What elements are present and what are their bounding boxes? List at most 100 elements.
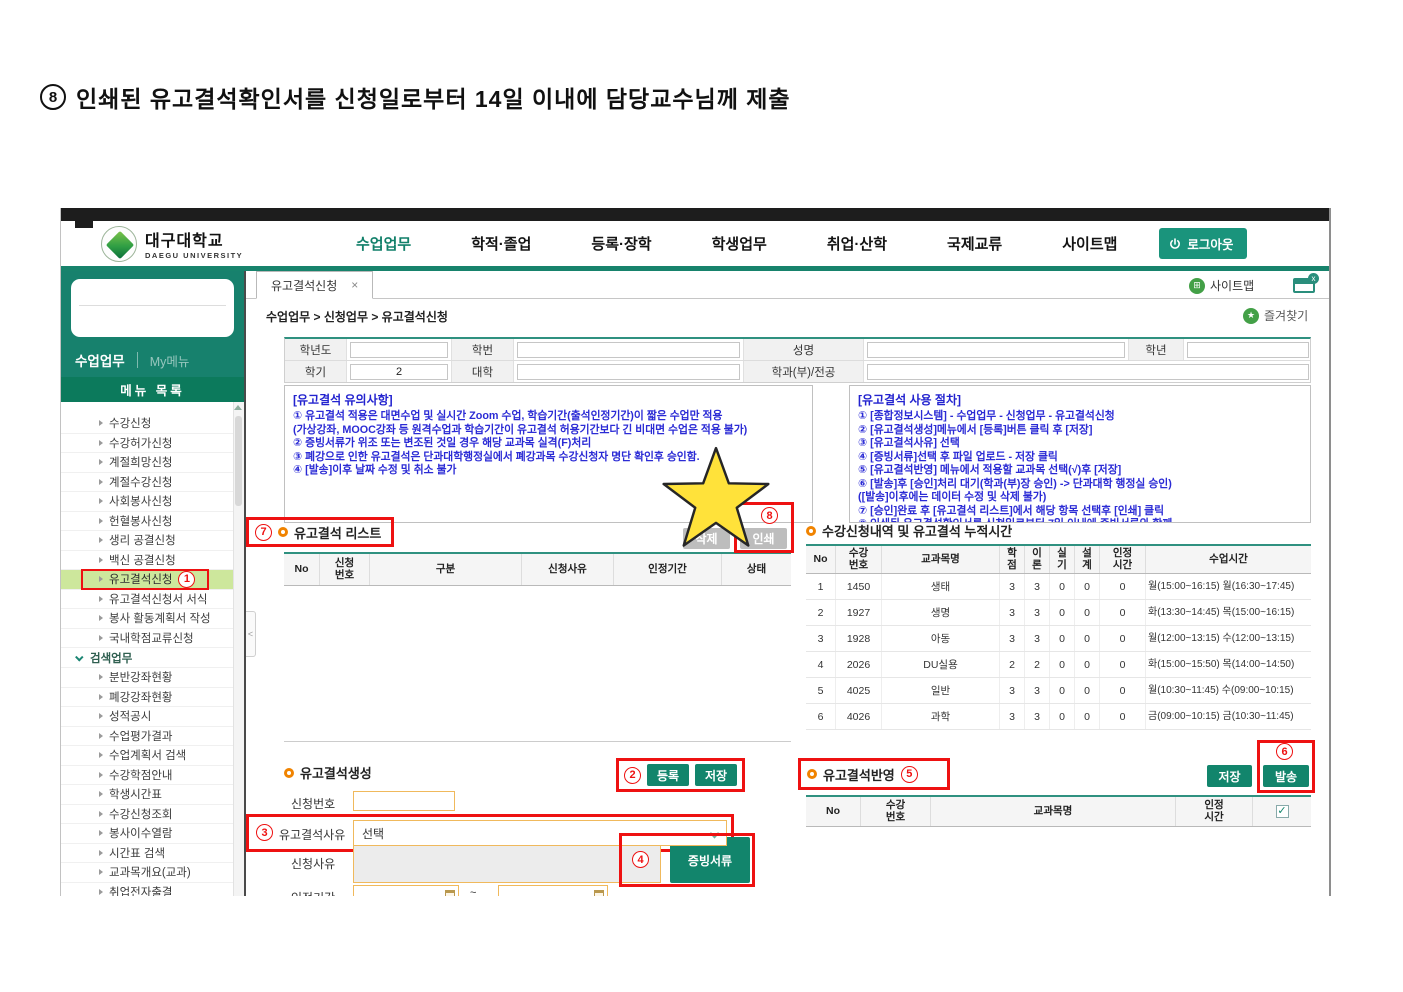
period-separator: ~ [470, 887, 476, 896]
nav-item[interactable]: 취업·산학 [827, 233, 887, 254]
sidebar-item[interactable]: 학생시간표 [61, 785, 244, 805]
sidebar-item[interactable]: 생리 공결신청 [61, 531, 244, 551]
arrow-right-icon [99, 576, 103, 582]
nav-item[interactable]: 학생업무 [712, 233, 767, 254]
student-no-input[interactable] [517, 342, 740, 358]
enrollment-section-title: 수강신청내역 및 유고결석 누적시간 [806, 521, 1012, 540]
sidebar-item[interactable]: 수강학점안내 [61, 766, 244, 786]
student-info-form: 학년도 학번 성명 학년 학기 2 대학 학과(부)/전공 [284, 337, 1311, 383]
column-header: No [806, 797, 861, 826]
sidebar-item[interactable]: 취업전자출결 [61, 883, 244, 897]
university-logo: 대구대학교 DAEGU UNIVERSITY [101, 226, 301, 262]
favorites-link[interactable]: ★ 즐겨찾기 [1243, 307, 1308, 324]
sidebar-item[interactable]: 수업평가결과 [61, 727, 244, 747]
term-label: 학기 [285, 361, 347, 382]
sidebar-item[interactable]: 계절희망신청 [61, 453, 244, 473]
arrow-right-icon [99, 694, 103, 700]
arrow-right-icon [99, 615, 103, 621]
sidebar-item[interactable]: 폐강강좌현황 [61, 688, 244, 708]
column-header: 구분 [370, 554, 522, 585]
sidebar-item[interactable]: 헌혈봉사신청 [61, 512, 244, 532]
sidebar-tab-lecture[interactable]: 수업업무 [75, 350, 125, 370]
arrow-right-icon [99, 459, 103, 465]
sidebar-item[interactable]: 국내학점교류신청 [61, 629, 244, 649]
nav-item[interactable]: 수업업무 [356, 233, 411, 254]
close-all-windows-icon[interactable] [1293, 278, 1315, 293]
scroll-up-icon[interactable] [234, 405, 242, 410]
column-header: 인정 시간 [1100, 546, 1146, 573]
nav-item[interactable]: 국제교류 [947, 233, 1002, 254]
sidebar-item[interactable]: 시간표 검색 [61, 844, 244, 864]
register-button[interactable]: 등록 [647, 764, 689, 786]
period-start-input[interactable] [353, 885, 459, 896]
enrollment-row[interactable]: 11450생태33000월(15:00~16:15) 월(16:30~17:45… [806, 574, 1311, 600]
name-input[interactable] [867, 342, 1125, 358]
sidebar-collapse-handle[interactable]: < [246, 611, 256, 657]
logout-button[interactable]: 로그아웃 [1159, 228, 1247, 259]
nav-item[interactable]: 학적·졸업 [471, 233, 531, 254]
sidebar-item[interactable]: 계절수강신청 [61, 473, 244, 493]
select-all-checkbox[interactable]: ✓ [1276, 805, 1289, 818]
sidebar-item[interactable]: 수강신청 [61, 414, 244, 434]
request-no-input[interactable] [353, 791, 455, 811]
period-end-input[interactable] [498, 885, 608, 896]
arrow-right-icon [99, 830, 103, 836]
sidebar-item[interactable]: 백신 공결신청 [61, 551, 244, 571]
notice-procedure-title: [유고결석 사용 절차] [858, 391, 1302, 408]
enrollment-row[interactable]: 54025일반33000월(10:30~11:45) 수(09:00~10:15… [806, 678, 1311, 704]
tab-divider [137, 352, 138, 368]
tab-bar: 유고결석신청 × [246, 271, 1329, 299]
sidebar-item[interactable]: 교과목개요(교과) [61, 863, 244, 883]
tab-close-icon[interactable]: × [351, 278, 358, 292]
sidebar-item[interactable]: 수강신청조회 [61, 805, 244, 825]
grade-input[interactable] [1187, 342, 1309, 358]
term-input[interactable]: 2 [350, 364, 448, 380]
major-input[interactable] [867, 364, 1309, 380]
sidebar-item[interactable]: 유고결석신청1 [61, 570, 244, 590]
step-5-badge: 5 [901, 766, 918, 783]
chevron-down-icon [75, 653, 83, 661]
sidebar-item[interactable]: 성적공시 [61, 707, 244, 727]
grade-label: 학년 [1129, 339, 1184, 360]
arrow-right-icon [99, 889, 103, 895]
app-header: 대구대학교 DAEGU UNIVERSITY 수업업무 학적·졸업 등록·장학 학생업… [61, 221, 1329, 266]
enrollment-row[interactable]: 42026DU실용22000화(15:00~15:50) 목(14:00~14:… [806, 652, 1311, 678]
sitemap-link[interactable]: ⊞ 사이트맵 [1189, 277, 1254, 294]
sidebar-item[interactable]: 수강허가신청 [61, 434, 244, 454]
sidebar-item[interactable]: 수업계획서 검색 [61, 746, 244, 766]
arrow-right-icon [99, 791, 103, 797]
sidebar-item[interactable]: 유고결석신청서 서식 [61, 590, 244, 610]
step-6-badge: 6 [1276, 743, 1293, 760]
step-2-badge: 2 [624, 767, 641, 784]
column-header: 수강 번호 [836, 546, 882, 573]
scrollbar-thumb[interactable] [235, 416, 242, 506]
enrollment-row[interactable]: 31928아동33000월(12:00~13:15) 수(12:00~13:15… [806, 626, 1311, 652]
sidebar-section-search[interactable]: 검색업무 [61, 648, 244, 668]
apply-save-button[interactable]: 저장 [1207, 765, 1252, 787]
calendar-icon[interactable] [445, 890, 455, 897]
window-top-bar [61, 208, 1329, 221]
sidebar-scrollbar[interactable] [233, 402, 244, 896]
calendar-icon[interactable] [594, 890, 604, 897]
major-label: 학과(부)/전공 [744, 361, 864, 382]
sidebar-item[interactable]: 봉사이수열람 [61, 824, 244, 844]
sidebar-item[interactable]: 봉사 활동계획서 작성 [61, 609, 244, 629]
arrow-right-icon [99, 596, 103, 602]
arrow-right-icon [99, 440, 103, 446]
sidebar-tabs: 수업업무 My메뉴 [61, 343, 244, 377]
sidebar-tab-mymenu[interactable]: My메뉴 [150, 351, 190, 370]
power-icon [1169, 238, 1181, 250]
nav-item[interactable]: 등록·장학 [591, 233, 651, 254]
sidebar-item[interactable]: 사회봉사신청 [61, 492, 244, 512]
instruction-note: 8 인쇄된 유고결석확인서를 신청일로부터 14일 이내에 담당교수님께 제출 [40, 80, 791, 114]
save-button[interactable]: 저장 [695, 764, 737, 786]
step-1-badge: 1 [178, 571, 195, 588]
tab-absence-request[interactable]: 유고결석신청 × [256, 271, 373, 299]
enrollment-row[interactable]: 64026과학33000금(09:00~10:15) 금(10:30~11:45… [806, 704, 1311, 730]
enrollment-row[interactable]: 21927생명33000화(13:30~14:45) 목(15:00~16:15… [806, 600, 1311, 626]
nav-item[interactable]: 사이트맵 [1062, 233, 1117, 254]
year-input[interactable] [350, 342, 448, 358]
university-name: 대구대학교 [145, 227, 243, 251]
sidebar-item[interactable]: 분반강좌현황 [61, 668, 244, 688]
college-input[interactable] [517, 364, 740, 380]
